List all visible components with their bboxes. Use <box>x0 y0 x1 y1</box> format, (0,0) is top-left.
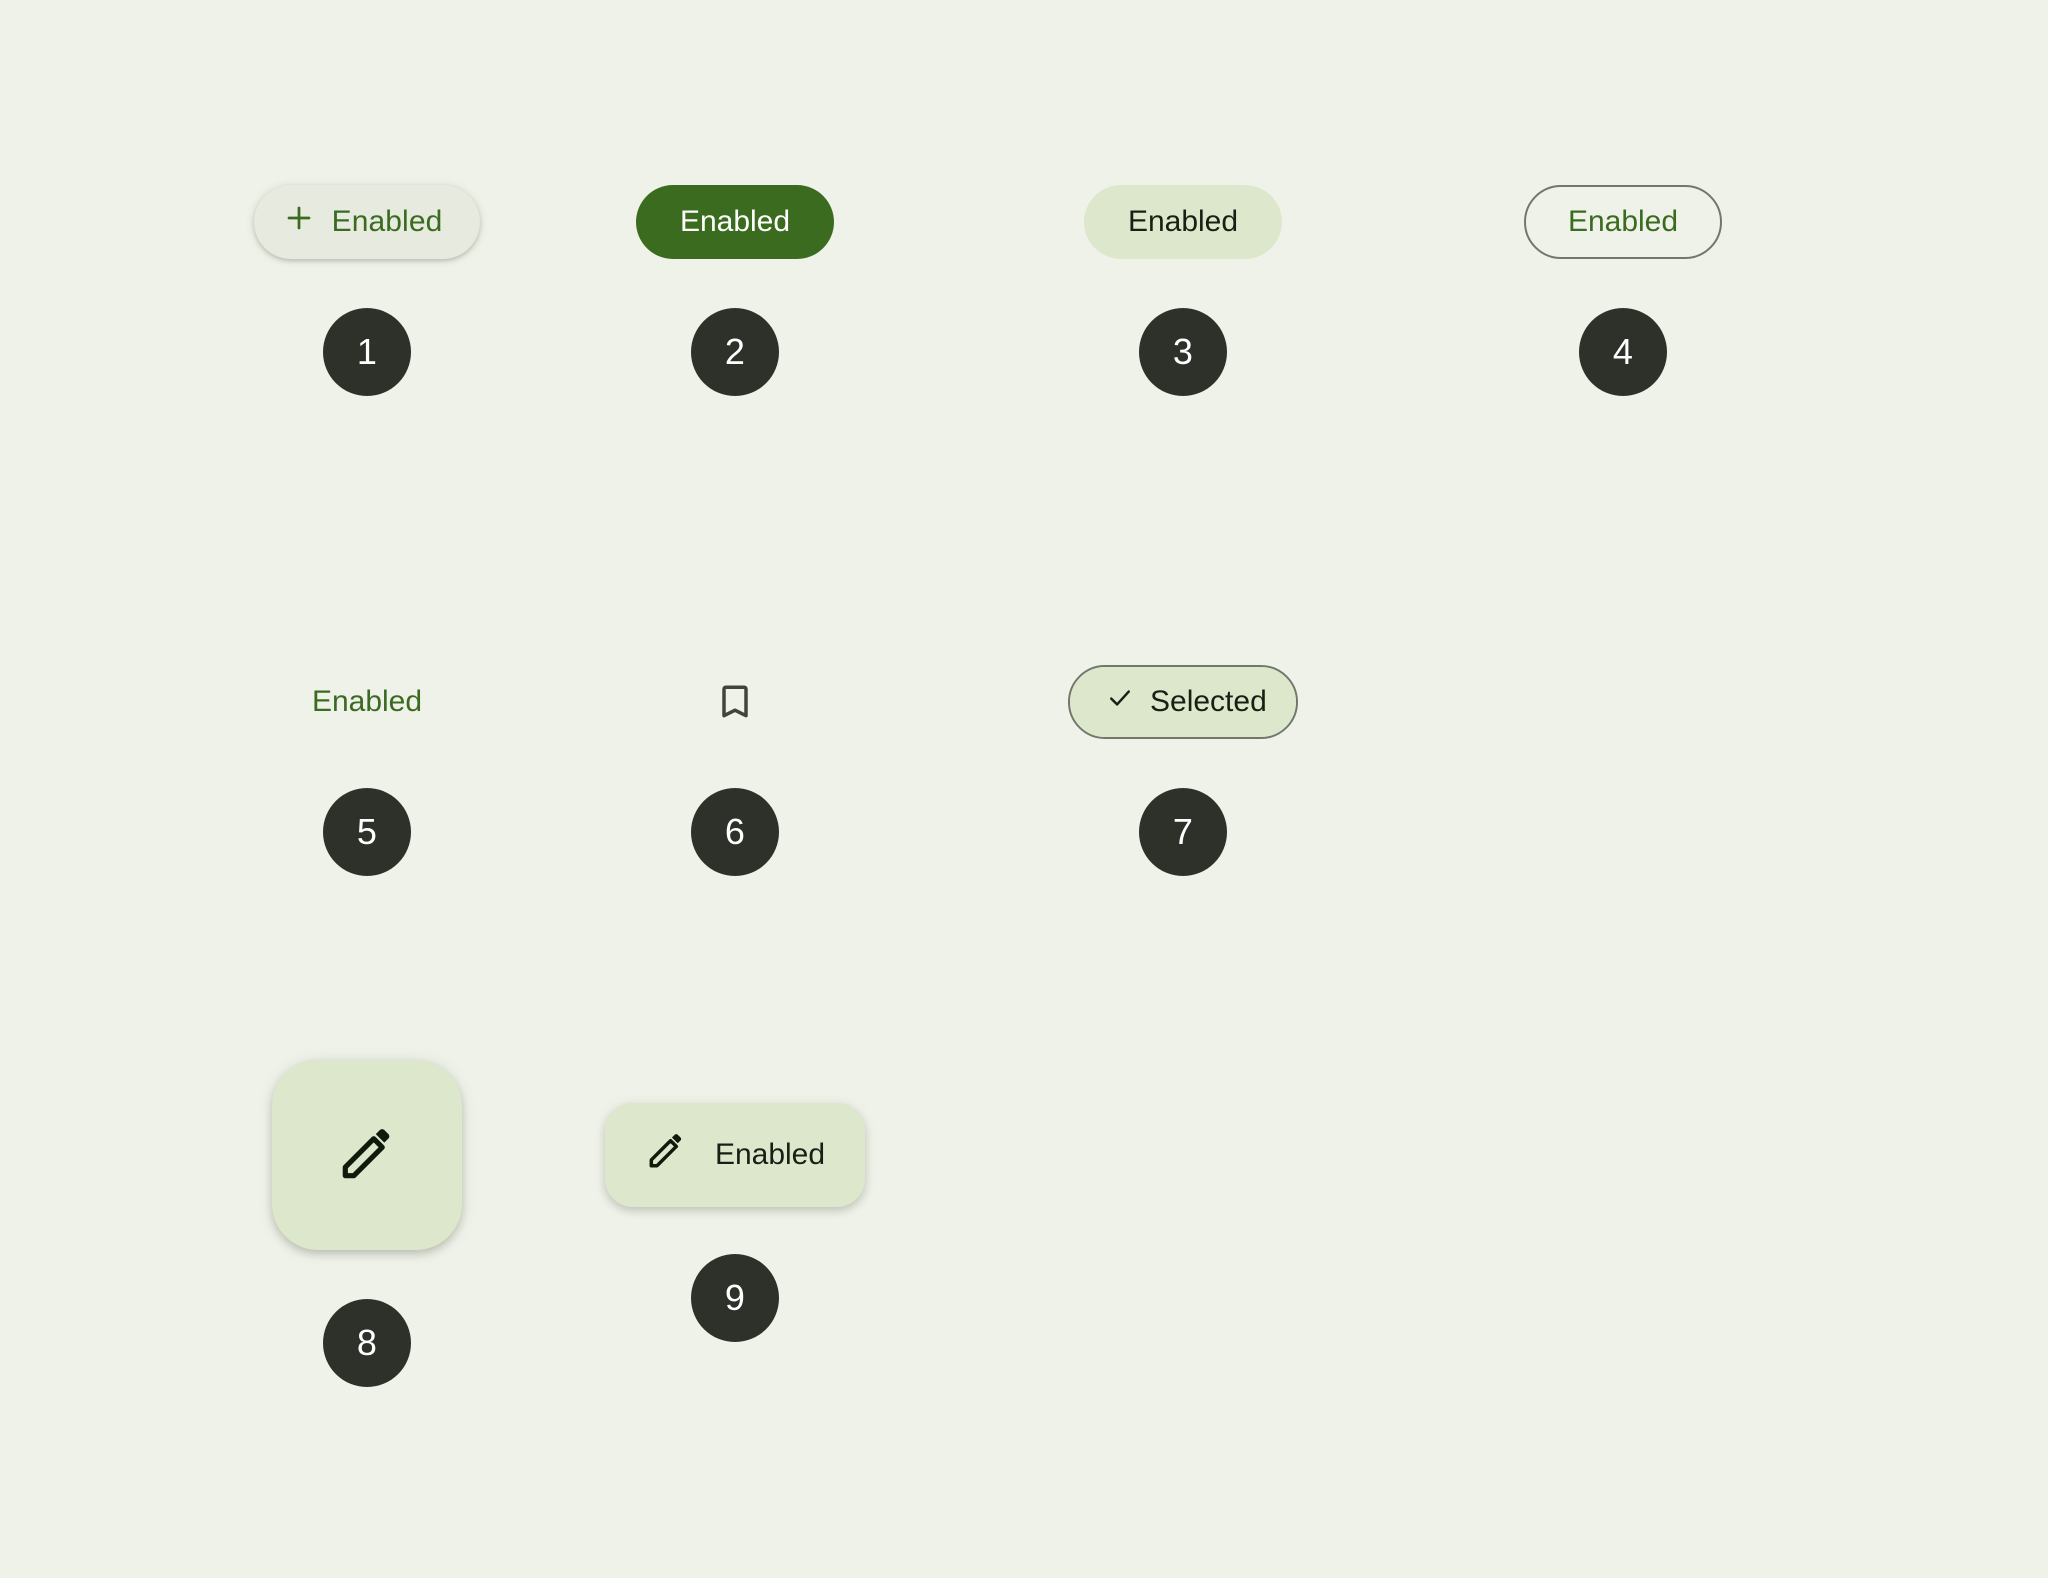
specimen-7: Selected Enabled Enabled 7 <box>1068 652 1298 876</box>
specimen-number-badge: 5 <box>323 788 411 876</box>
pencil-edit-icon <box>645 1130 687 1180</box>
specimen-number: 2 <box>724 331 746 372</box>
specimen-number: 6 <box>724 811 746 852</box>
filled-button[interactable]: Enabled <box>635 185 835 259</box>
specimen-2: Enabled 2 <box>620 172 850 396</box>
button-specimen-sheet: Enabled 1 Enabled 2 Enabled 3 Enabled 4 … <box>0 0 2048 1578</box>
specimen-number-badge: 2 <box>691 308 779 396</box>
tonal-button[interactable]: Enabled <box>1083 185 1283 259</box>
specimen-9: Enabled 9 <box>604 1100 866 1342</box>
specimen-number-badge: 4 <box>1579 308 1667 396</box>
text-button[interactable]: Enabled <box>296 665 438 739</box>
filled-button-label: Enabled <box>679 205 791 238</box>
icon-button[interactable] <box>703 670 767 734</box>
check-icon <box>1106 684 1134 720</box>
bookmark-icon <box>713 679 757 726</box>
specimen-4: Enabled 4 <box>1508 172 1738 396</box>
specimen-1: Enabled 1 <box>252 172 482 396</box>
specimen-4-preview: Enabled <box>1523 172 1723 272</box>
segment-selected[interactable]: Selected <box>1070 667 1296 737</box>
specimen-number-badge: 9 <box>691 1254 779 1342</box>
specimen-number-badge: 7 <box>1139 788 1227 876</box>
specimen-number: 7 <box>1172 811 1194 852</box>
specimen-number-badge: 8 <box>323 1299 411 1387</box>
specimen-3: Enabled 3 <box>1068 172 1298 396</box>
specimen-7-preview: Selected Enabled Enabled <box>1068 652 1298 752</box>
plus-icon <box>284 203 314 241</box>
specimen-number: 8 <box>356 1322 378 1363</box>
specimen-6-preview <box>703 652 767 752</box>
specimen-6: 6 <box>620 652 850 876</box>
extended-fab-label: Enabled <box>714 1138 826 1171</box>
specimen-number-badge: 1 <box>323 308 411 396</box>
floating-action-button[interactable] <box>272 1060 462 1250</box>
specimen-5: Enabled 5 <box>252 652 482 876</box>
specimen-5-preview: Enabled <box>296 652 438 752</box>
tonal-button-label: Enabled <box>1127 205 1239 238</box>
specimen-8: 8 <box>252 1055 482 1387</box>
specimen-number: 4 <box>1612 331 1634 372</box>
specimen-8-preview <box>272 1055 462 1255</box>
extended-floating-action-button[interactable]: Enabled <box>604 1103 866 1207</box>
segment-label: Selected <box>1150 685 1267 718</box>
elevated-button[interactable]: Enabled <box>253 185 481 259</box>
specimen-number: 5 <box>356 811 378 852</box>
specimen-number-badge: 6 <box>691 788 779 876</box>
specimen-9-preview: Enabled <box>604 1100 866 1210</box>
specimen-number: 1 <box>356 331 378 372</box>
specimen-2-preview: Enabled <box>635 172 835 272</box>
outlined-button-label: Enabled <box>1567 205 1679 238</box>
specimen-number: 9 <box>724 1277 746 1318</box>
outlined-button[interactable]: Enabled <box>1523 185 1723 259</box>
specimen-1-preview: Enabled <box>253 172 481 272</box>
elevated-button-label: Enabled <box>331 205 443 238</box>
specimen-number-badge: 3 <box>1139 308 1227 396</box>
specimen-number: 3 <box>1172 331 1194 372</box>
text-button-label: Enabled <box>311 685 423 718</box>
specimen-3-preview: Enabled <box>1083 172 1283 272</box>
pencil-edit-icon <box>336 1123 398 1188</box>
segmented-button-group: Selected Enabled Enabled <box>1068 665 1298 739</box>
